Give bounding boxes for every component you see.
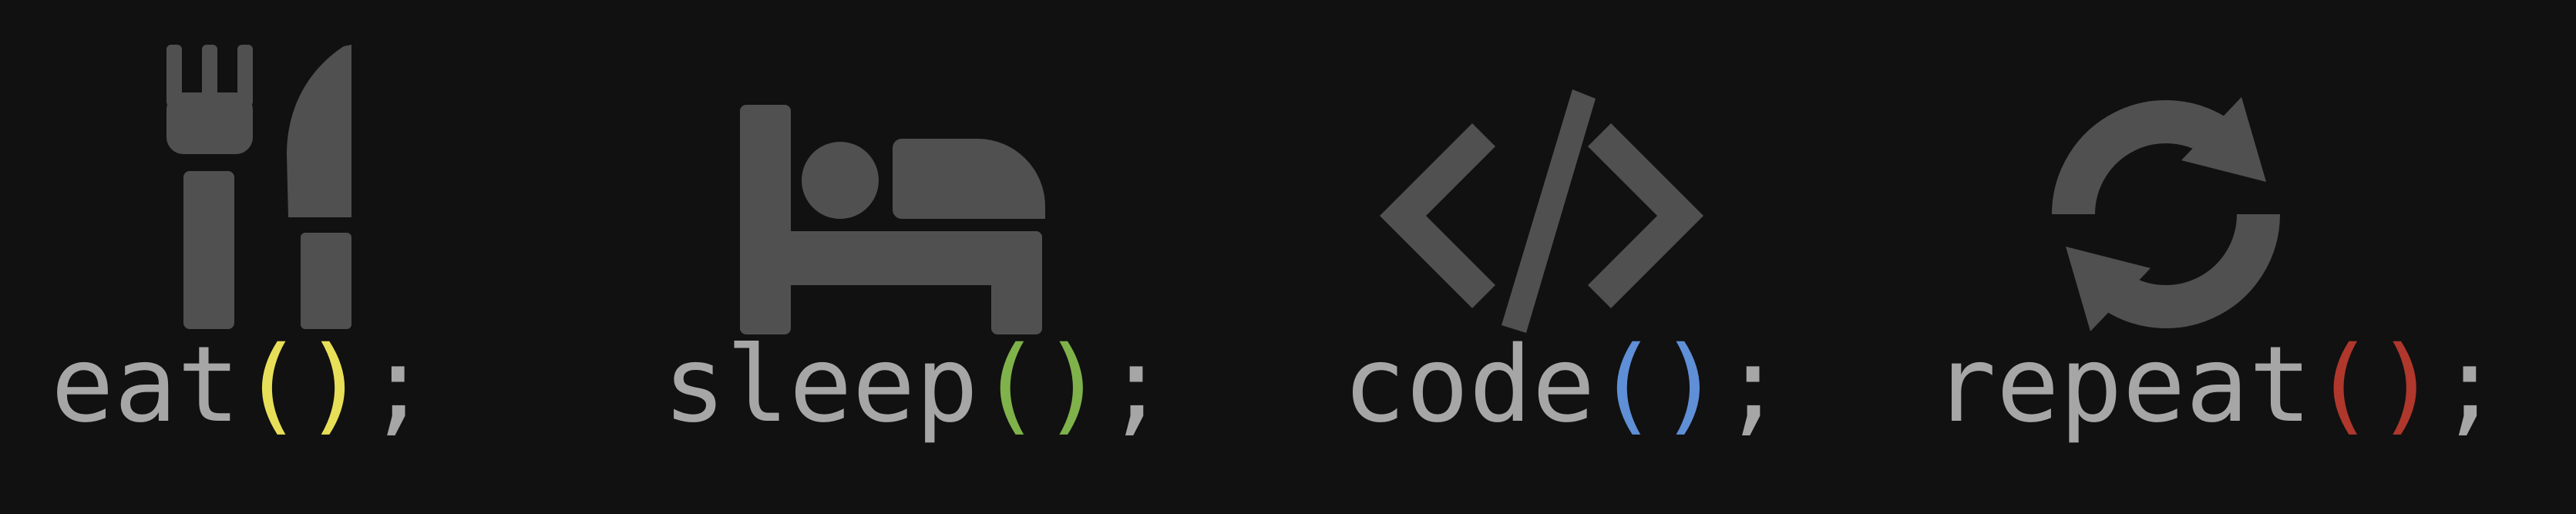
bed-icon xyxy=(740,105,1045,334)
eat-call-text: eat(); xyxy=(51,333,429,438)
code-icon xyxy=(1380,89,1703,333)
function-name: repeat xyxy=(1933,324,2312,446)
sleep-call-text: sleep(); xyxy=(663,333,1168,438)
close-paren: ) xyxy=(303,324,367,446)
semicolon: ; xyxy=(1105,324,1169,446)
repeat-icon xyxy=(2043,91,2289,338)
close-paren: ) xyxy=(1041,324,1105,446)
open-paren: ( xyxy=(978,324,1042,446)
banner: eat(); sleep(); code(); repeat(); xyxy=(0,0,2576,514)
semicolon: ; xyxy=(1721,324,1785,446)
close-paren: ) xyxy=(1658,324,1722,446)
code-call-text: code(); xyxy=(1343,333,1784,438)
fork-knife-icon xyxy=(154,39,370,335)
function-name: eat xyxy=(51,324,240,446)
semicolon: ; xyxy=(366,324,430,446)
open-paren: ( xyxy=(1595,324,1659,446)
open-paren: ( xyxy=(2312,324,2376,446)
semicolon: ; xyxy=(2438,324,2501,446)
function-name: code xyxy=(1343,324,1596,446)
open-paren: ( xyxy=(240,324,304,446)
close-paren: ) xyxy=(2375,324,2439,446)
function-name: sleep xyxy=(663,324,979,446)
repeat-call-text: repeat(); xyxy=(1933,333,2501,438)
